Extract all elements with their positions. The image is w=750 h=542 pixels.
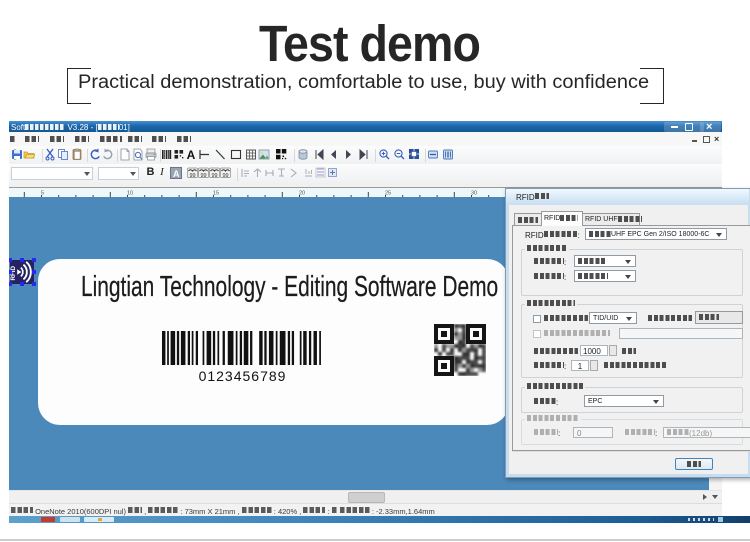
svg-text:99: 99 <box>222 173 228 179</box>
svg-text:25: 25 <box>385 191 391 197</box>
svg-text:5: 5 <box>41 191 44 197</box>
svg-text:A: A <box>187 148 196 161</box>
svg-text:15: 15 <box>213 191 219 197</box>
svg-text:20: 20 <box>299 191 305 197</box>
svg-text:99: 99 <box>200 173 206 179</box>
svg-text:99: 99 <box>189 173 195 179</box>
svg-text:10: 10 <box>127 191 133 197</box>
svg-text:30: 30 <box>471 191 477 197</box>
svg-text:99: 99 <box>211 173 217 179</box>
